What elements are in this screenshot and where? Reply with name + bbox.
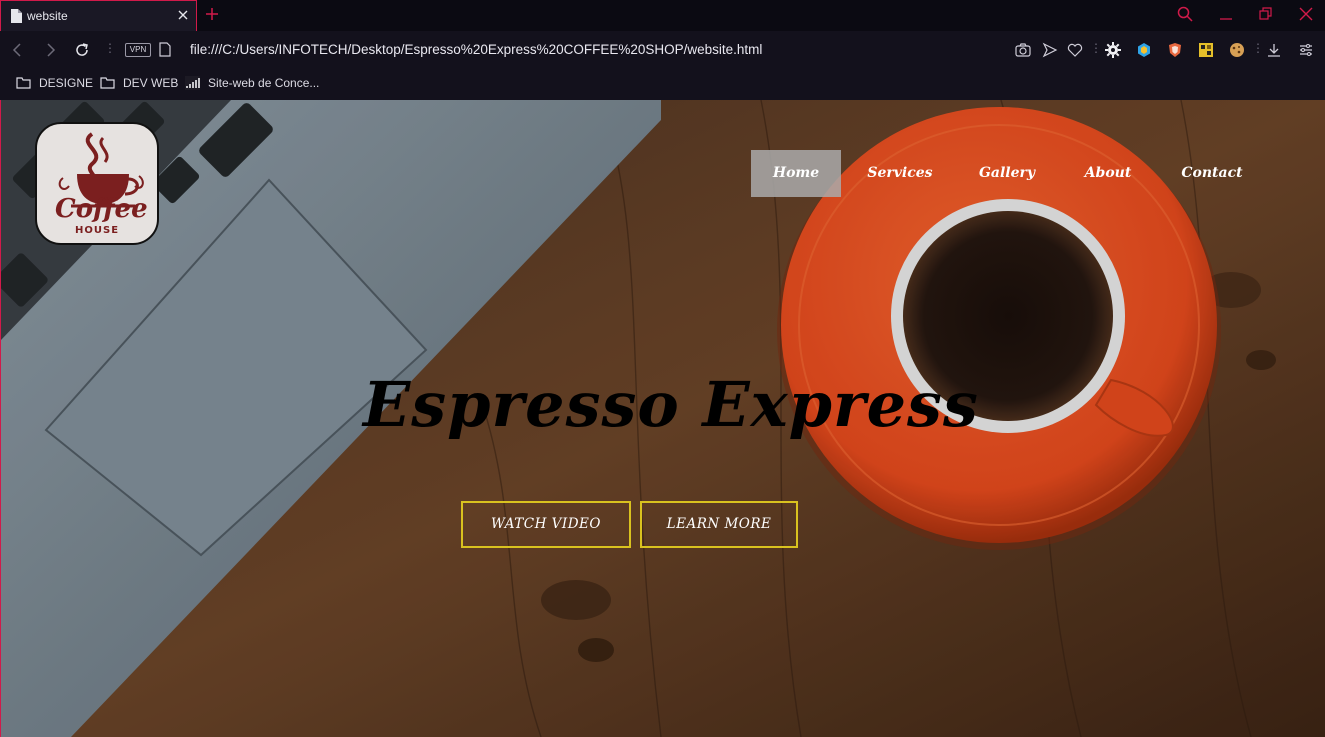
bookmark-label: Site-web de Conce... (208, 76, 320, 90)
new-tab-icon[interactable] (204, 6, 220, 22)
forward-icon[interactable] (42, 42, 58, 58)
tab-title: website (27, 9, 68, 23)
brave-shield-icon[interactable] (1167, 42, 1183, 58)
extension-hex-icon[interactable] (1136, 42, 1152, 58)
reload-icon[interactable] (74, 42, 90, 58)
learn-more-button[interactable]: LEARN MORE (640, 501, 798, 548)
browser-chrome: website ⋮ VPN file:///C:/Users/INFOTECH/… (0, 0, 1325, 100)
watch-video-button[interactable]: WATCH VIDEO (461, 501, 631, 548)
address-bar[interactable]: file:///C:/Users/INFOTECH/Desktop/Espres… (190, 42, 762, 57)
minimize-icon[interactable] (1218, 6, 1234, 22)
snapshot-icon[interactable] (1015, 42, 1031, 58)
nav-home[interactable]: Home (751, 150, 841, 197)
signal-icon (185, 76, 200, 90)
bookmark-dev-web[interactable]: DEV WEB (100, 76, 178, 90)
logo-wordmark: Coffee (55, 194, 148, 224)
heart-icon[interactable] (1067, 42, 1083, 58)
bookmarks-bar: DESIGNE DEV WEB Site-web de Conce... (0, 69, 1325, 100)
nav-about[interactable]: About (1063, 150, 1153, 197)
back-icon[interactable] (10, 42, 26, 58)
folder-icon (100, 77, 115, 89)
gear-icon[interactable] (1105, 42, 1121, 58)
separator-dots: ⋮ (1252, 41, 1264, 55)
bookmark-label: DESIGNE (39, 76, 94, 90)
nav-contact[interactable]: Contact (1167, 150, 1257, 197)
nav-services[interactable]: Services (855, 150, 945, 197)
separator-dots: ⋮ (1090, 41, 1102, 55)
nav-gallery[interactable]: Gallery (962, 150, 1052, 197)
settings-sliders-icon[interactable] (1298, 42, 1314, 58)
cookie-icon[interactable] (1229, 42, 1245, 58)
vpn-button[interactable]: VPN (125, 43, 151, 57)
address-toolbar: ⋮ VPN file:///C:/Users/INFOTECH/Desktop/… (0, 31, 1325, 69)
hero-headline: Espresso Express (363, 368, 979, 441)
page-info-icon[interactable] (159, 42, 171, 57)
separator-dots: ⋮ (104, 41, 116, 55)
extension-grid-icon[interactable] (1198, 42, 1214, 58)
file-icon (11, 9, 22, 23)
send-icon[interactable] (1042, 42, 1058, 58)
search-icon[interactable] (1177, 6, 1193, 22)
bookmark-designe[interactable]: DESIGNE (16, 76, 93, 90)
close-window-icon[interactable] (1298, 6, 1314, 22)
logo-subtitle: HOUSE (75, 225, 120, 236)
coffee-house-logo[interactable]: Coffee HOUSE (35, 122, 159, 245)
bookmark-site-web[interactable]: Site-web de Conce... (185, 76, 319, 90)
restore-icon[interactable] (1258, 6, 1274, 22)
close-tab-icon[interactable] (176, 8, 190, 22)
tab-website[interactable]: website (0, 0, 197, 31)
bookmark-label: DEV WEB (123, 76, 179, 90)
folder-icon (16, 77, 31, 89)
download-icon[interactable] (1266, 42, 1282, 58)
hero-section: Coffee HOUSE Home Services Gallery About… (0, 100, 1325, 737)
tab-bar: website (0, 0, 1325, 31)
